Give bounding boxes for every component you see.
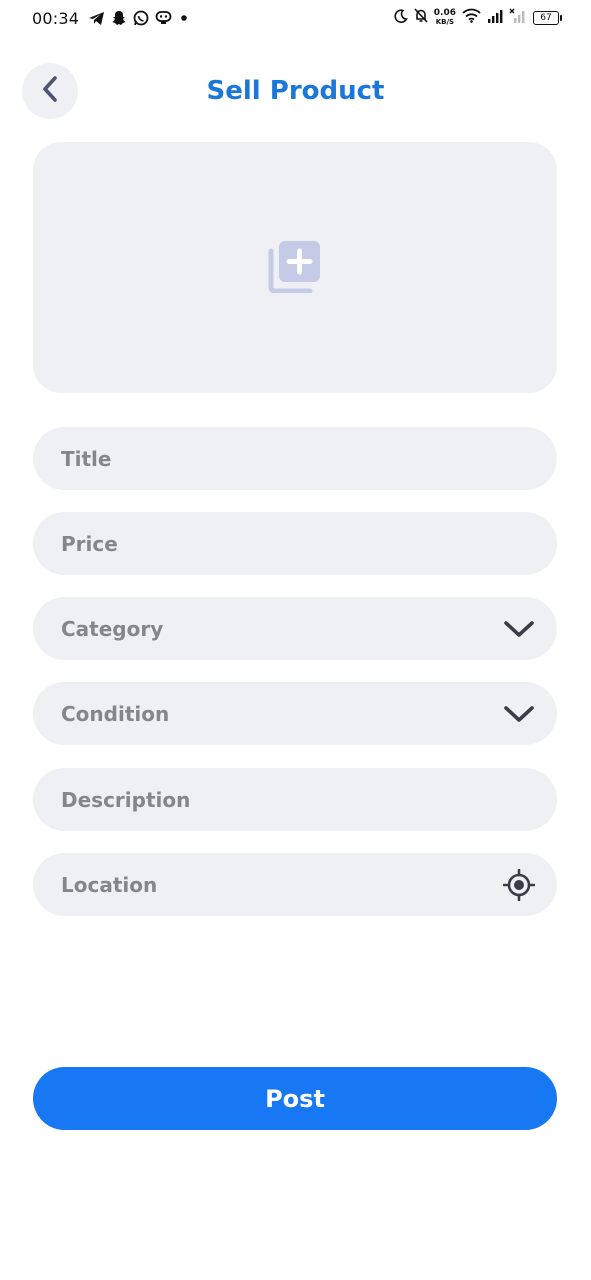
location-field[interactable]: Location <box>33 853 557 916</box>
chevron-down-icon <box>503 704 535 724</box>
condition-dropdown[interactable]: Condition <box>33 682 557 745</box>
post-button[interactable]: Post <box>33 1067 557 1130</box>
telegram-icon <box>88 11 105 26</box>
whatsapp-icon <box>133 10 149 26</box>
messaging-app-icon <box>155 10 172 26</box>
add-photo-library-icon <box>268 239 322 297</box>
price-field[interactable]: Price <box>33 512 557 575</box>
title-field[interactable]: Title <box>33 427 557 490</box>
signal-no-service-icon <box>509 8 527 27</box>
chevron-down-icon <box>503 619 535 639</box>
signal-strength-icon <box>487 8 503 27</box>
category-dropdown[interactable]: Category <box>33 597 557 660</box>
add-photo-area[interactable] <box>33 142 557 393</box>
battery-indicator: 67 <box>533 10 562 25</box>
price-placeholder: Price <box>61 531 118 556</box>
description-placeholder: Description <box>61 787 191 812</box>
do-not-disturb-moon-icon <box>394 8 408 27</box>
wifi-icon <box>462 8 481 27</box>
category-placeholder: Category <box>61 616 164 641</box>
title-placeholder: Title <box>61 446 112 471</box>
network-speed: 0.06 KB/S <box>433 7 456 27</box>
status-time: 00:34 <box>32 9 80 28</box>
status-notification-icons <box>88 10 190 26</box>
condition-placeholder: Condition <box>61 701 170 726</box>
status-bar: 00:34 0.06 KB/S 67 <box>0 0 591 40</box>
gps-target-icon[interactable] <box>503 868 535 901</box>
network-speed-unit: KB/S <box>435 17 455 26</box>
location-placeholder: Location <box>61 872 158 897</box>
network-speed-value: 0.06 <box>433 7 456 18</box>
snapchat-icon <box>111 10 127 26</box>
description-field[interactable]: Description <box>33 768 557 831</box>
status-system-icons: 0.06 KB/S 67 <box>394 7 562 27</box>
page-title: Sell Product <box>206 76 385 106</box>
bell-muted-icon <box>414 8 428 27</box>
more-notifications-dot-icon <box>178 12 190 24</box>
